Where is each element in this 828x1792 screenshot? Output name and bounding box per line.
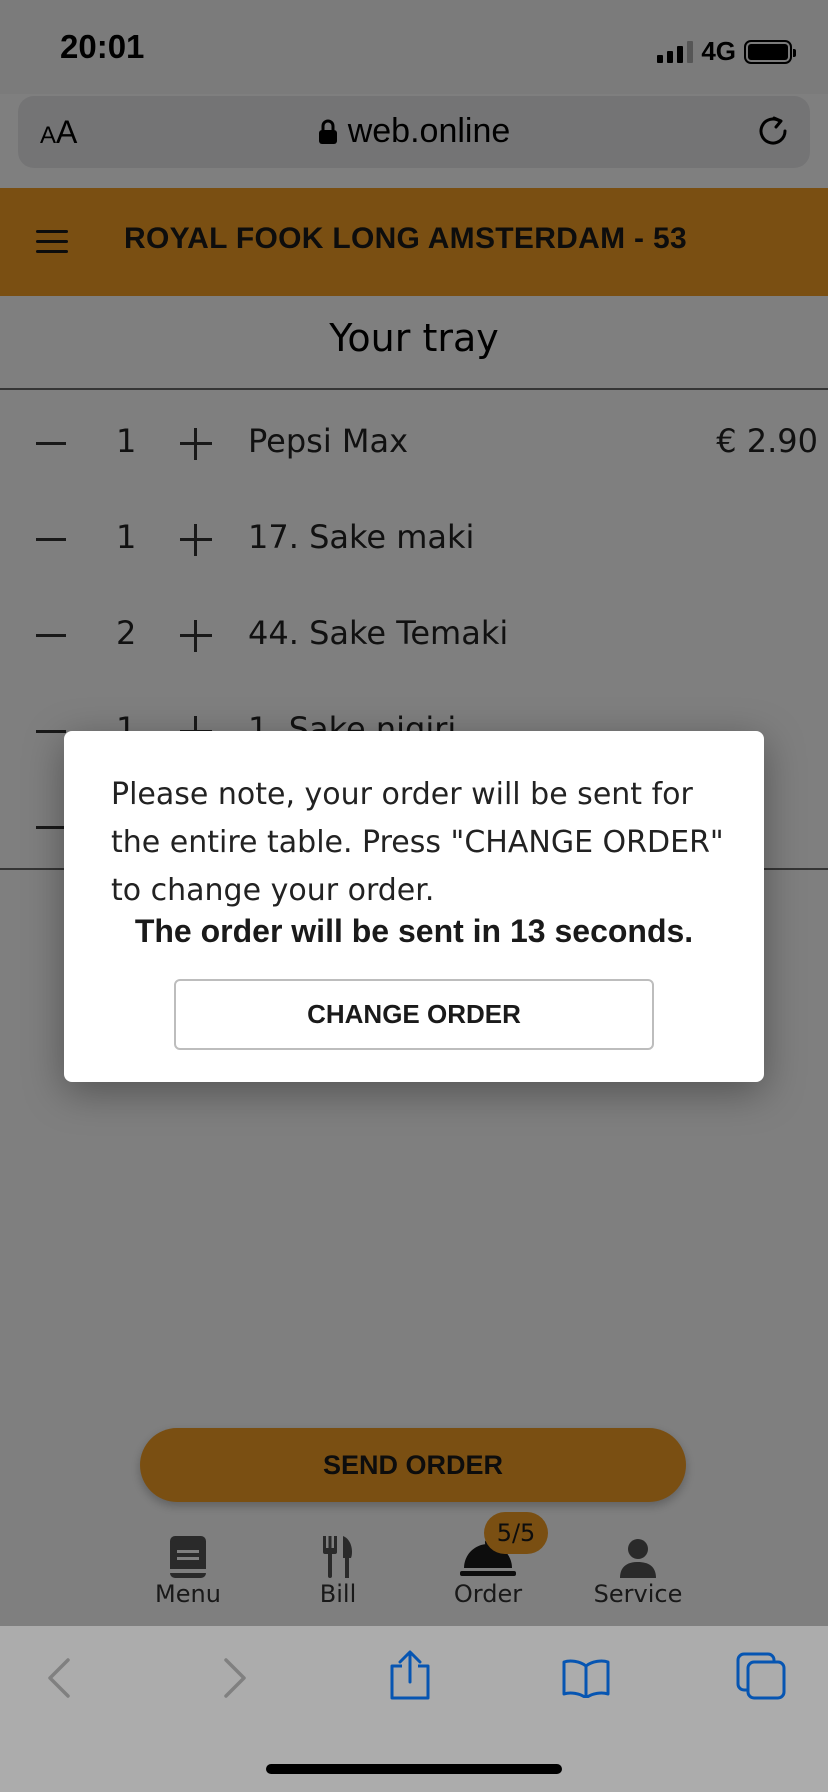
dialog-message: Please note, your order will be sent for… [111, 777, 724, 908]
countdown-text: The order will be sent in 13 seconds. [134, 913, 694, 949]
home-indicator [266, 1764, 562, 1774]
confirmation-dialog: Please note, your order will be sent for… [64, 731, 764, 1082]
change-order-button[interactable]: CHANGE ORDER [174, 979, 654, 1050]
screen: 20:01 4G AA web.online ROYAL FOOK LON [0, 0, 828, 1792]
